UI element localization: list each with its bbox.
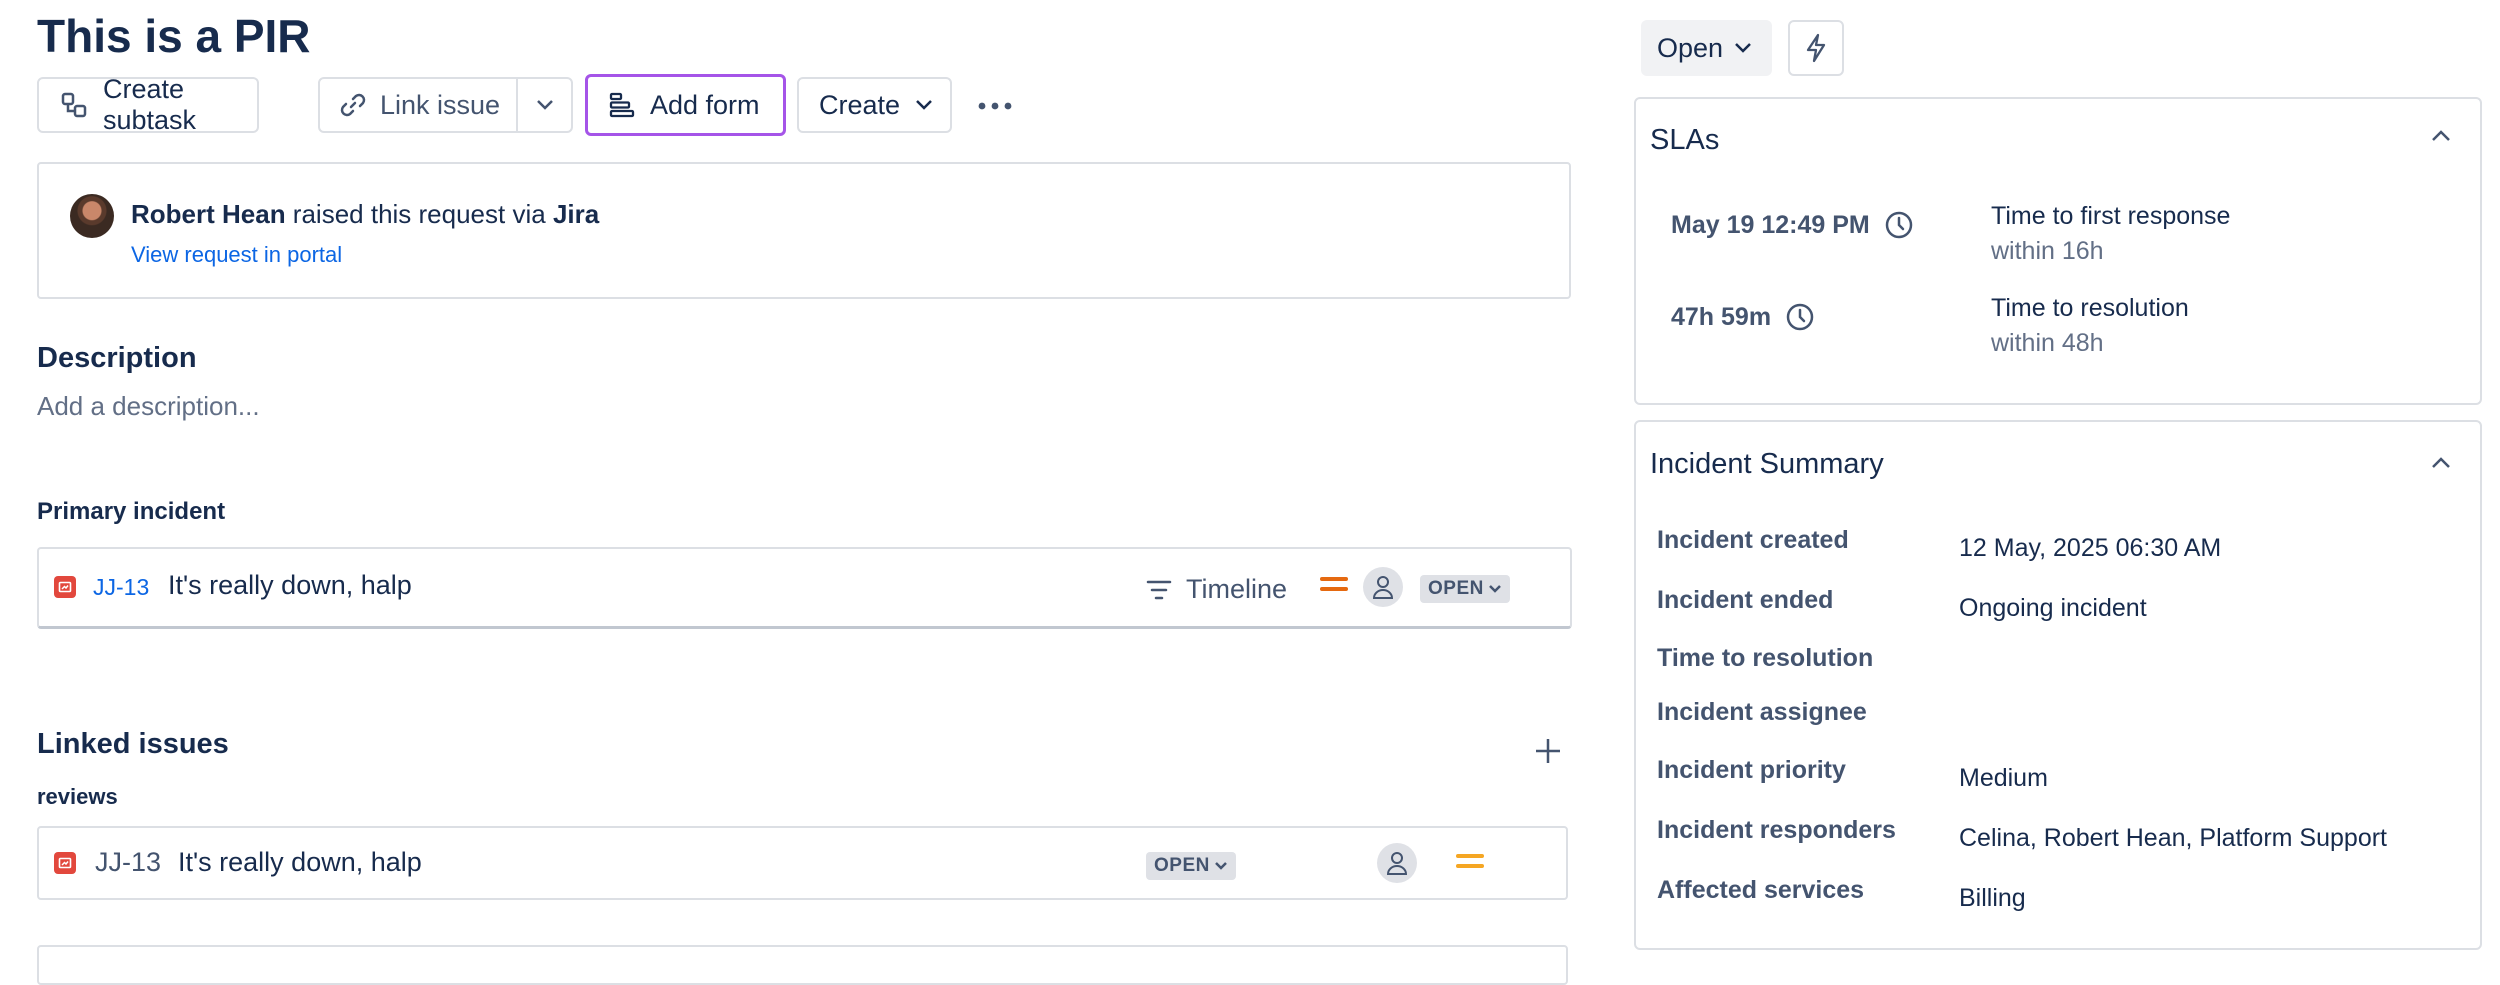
chevron-down-icon (1214, 862, 1227, 870)
status-label: OPEN (1428, 578, 1484, 599)
status-transition-button[interactable]: Open (1641, 20, 1772, 76)
add-form-button[interactable]: Add form (585, 74, 786, 136)
filter-lines-icon (1146, 580, 1172, 599)
chevron-down-icon (916, 100, 932, 110)
linked-issues-heading: Linked issues (37, 728, 229, 760)
sla-goal-name: Time to resolution (1991, 294, 2189, 322)
subtask-icon (61, 92, 87, 118)
request-info-panel (37, 162, 1571, 299)
field-label-incident-ended: Incident ended (1657, 586, 1834, 614)
person-icon (1386, 852, 1408, 875)
link-issue-dropdown-button[interactable] (518, 79, 571, 131)
issue-title[interactable]: This is a PIR (37, 6, 311, 66)
next-panel-partial (37, 945, 1568, 985)
raised-request-text: Robert Hean raised this request via Jira (131, 199, 599, 230)
primary-incident-key-link[interactable]: JJ-13 (93, 574, 149, 601)
medium-priority-icon (1456, 854, 1484, 868)
linked-issue-status-dropdown[interactable]: OPEN (1146, 852, 1236, 880)
create-button[interactable]: Create (797, 77, 952, 133)
sla-goal-name: Time to first response (1991, 202, 2231, 230)
field-value-incident-created[interactable]: 12 May, 2025 06:30 AM (1959, 534, 2221, 563)
create-subtask-button[interactable]: Create subtask (37, 74, 259, 135)
linked-issue-key[interactable]: JJ-13 (95, 847, 161, 878)
raised-via-text: raised this request via (285, 199, 553, 229)
sla-heading: SLAs (1650, 124, 1720, 156)
timeline-button[interactable]: Timeline (1146, 574, 1287, 605)
unassigned-avatar[interactable] (1377, 843, 1417, 883)
unassigned-avatar[interactable] (1363, 567, 1403, 607)
field-value-incident-ended[interactable]: Ongoing incident (1959, 594, 2147, 623)
more-actions-button[interactable] (972, 86, 1018, 126)
create-label: Create (819, 89, 901, 120)
link-issue-split-button: Link issue (318, 77, 573, 133)
linked-issue-type-icon (54, 852, 76, 874)
clock-icon (1786, 303, 1814, 331)
sla-resolution-goal: Time to resolution within 48h (1991, 291, 2189, 361)
chevron-up-icon (2432, 457, 2450, 468)
chevron-down-icon (1488, 585, 1501, 593)
reporter-avatar (70, 194, 114, 238)
plus-icon (1536, 739, 1560, 763)
status-label: OPEN (1154, 855, 1210, 876)
field-value-incident-responders[interactable]: Celina, Robert Hean, Platform Support (1959, 824, 2387, 853)
collapse-incident-summary-button[interactable] (2430, 455, 2452, 476)
incident-issue-type-icon (54, 576, 76, 598)
description-heading: Description (37, 342, 197, 374)
chevron-up-icon (2432, 130, 2450, 141)
field-value-affected-services[interactable]: Billing (1959, 884, 2026, 913)
chevron-down-icon (1735, 43, 1751, 53)
automation-button[interactable] (1788, 20, 1844, 76)
field-label-incident-created: Incident created (1657, 526, 1849, 554)
lightning-bolt-icon (1806, 33, 1826, 63)
linked-issue-summary[interactable]: It's really down, halp (178, 847, 422, 878)
incident-summary-heading: Incident Summary (1650, 448, 1884, 480)
view-in-portal-link[interactable]: View request in portal (131, 242, 342, 268)
field-label-time-to-resolution: Time to resolution (1657, 644, 1874, 672)
field-label-incident-responders: Incident responders (1657, 816, 1896, 844)
chevron-down-icon (536, 100, 553, 110)
more-icon (978, 102, 1012, 110)
link-issue-label: Link issue (380, 89, 501, 120)
sla-goal-limit: within 16h (1991, 237, 2104, 265)
form-icon (609, 92, 635, 118)
person-icon (1372, 576, 1394, 599)
sla-first-response-time: May 19 12:49 PM (1671, 210, 1914, 240)
timeline-label: Timeline (1186, 574, 1288, 604)
sla-first-response-goal: Time to first response within 16h (1991, 199, 2230, 269)
sla-time-value: May 19 12:49 PM (1671, 210, 1870, 239)
create-subtask-label: Create subtask (103, 74, 197, 135)
description-field[interactable]: Add a description... (37, 391, 260, 422)
sla-time-value: 47h 59m (1671, 302, 1772, 331)
primary-incident-heading: Primary incident (37, 498, 226, 525)
reporter-name[interactable]: Robert Hean (131, 199, 286, 229)
link-icon (340, 93, 366, 117)
field-label-incident-priority: Incident priority (1657, 756, 1846, 784)
link-issue-button[interactable]: Link issue (320, 79, 518, 131)
primary-incident-summary[interactable]: It's really down, halp (168, 570, 412, 601)
collapse-sla-button[interactable] (2430, 128, 2452, 149)
add-linked-issue-button[interactable] (1530, 733, 1566, 769)
request-channel: Jira (552, 199, 600, 229)
incident-summary-panel (1634, 420, 2482, 950)
primary-incident-status-dropdown[interactable]: OPEN (1420, 575, 1510, 603)
link-relation-label: reviews (37, 784, 118, 809)
add-form-label: Add form (650, 89, 760, 120)
clock-icon (1885, 211, 1912, 239)
status-button-label: Open (1657, 32, 1724, 63)
sla-goal-limit: within 48h (1991, 329, 2104, 357)
sla-resolution-time: 47h 59m (1671, 302, 1815, 332)
field-label-affected-services: Affected services (1657, 876, 1865, 904)
field-value-incident-priority[interactable]: Medium (1959, 764, 2048, 793)
field-label-incident-assignee: Incident assignee (1657, 698, 1867, 726)
medium-priority-icon (1320, 577, 1348, 591)
